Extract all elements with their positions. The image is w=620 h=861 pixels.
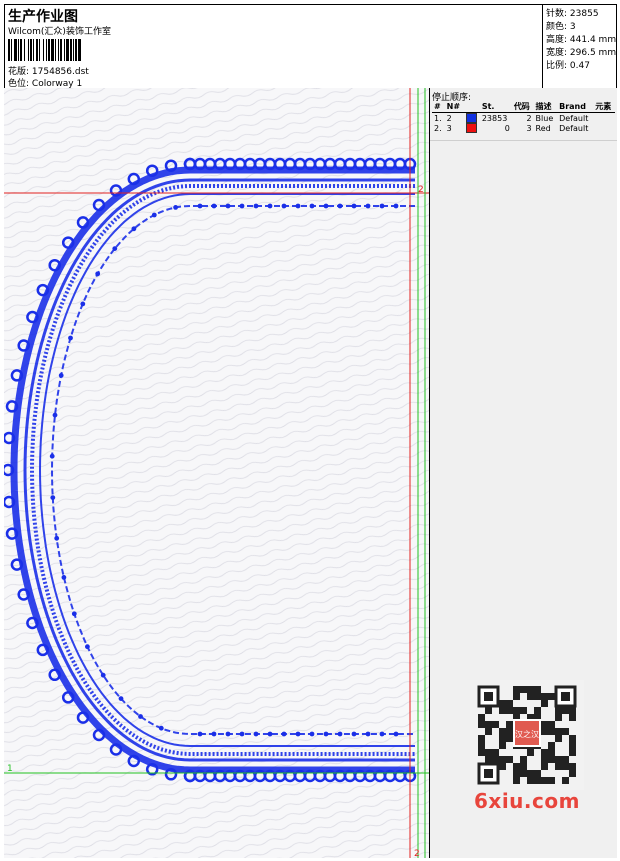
color-swatch-blue: [465, 113, 477, 123]
stat-height: 高度: 441.4 mm: [546, 35, 617, 45]
col-code: 代码: [511, 101, 534, 113]
qr-code-icon: 汉之汉: [470, 680, 584, 790]
panel-divider: [430, 140, 617, 141]
company-name: Wilcom(汇众)装饰工作室: [8, 27, 111, 37]
stats-panel: 针数: 23855 颜色: 3 高度: 441.4 mm 宽度: 296.5 m…: [542, 4, 618, 88]
col-stitches: St.: [479, 101, 512, 113]
embroidery-design: 2 2 1: [4, 88, 429, 858]
guide-label-left: 1: [7, 764, 13, 774]
table-row: 2. 3 0 3 Red Default: [434, 123, 589, 133]
stop-sequence-table: # N# St. 代码 描述 Brand 元素 1. 2 23853 2 Blu…: [432, 101, 615, 133]
col-desc: 描述: [533, 101, 558, 113]
stat-colors: 颜色: 3: [546, 22, 576, 32]
guide-label-bottom: 2: [414, 849, 420, 858]
col-swatch: [463, 101, 480, 113]
stat-scale: 比例: 0.47: [546, 61, 590, 71]
color-swatch-red: [465, 123, 477, 133]
table-row: 1. 2 23853 2 Blue Default: [434, 113, 589, 123]
sheet-title: 生产作业图: [8, 9, 78, 25]
barcode-icon: [8, 39, 81, 61]
fabric-background: [4, 88, 429, 858]
design-canvas: 2 2 1: [4, 88, 430, 858]
production-sheet: 生产作业图 Wilcom(汇众)装饰工作室 花版: 1754856.dst 色位…: [0, 0, 620, 861]
stat-width: 宽度: 296.5 mm: [546, 48, 617, 58]
col-needle: N#: [444, 101, 464, 113]
sheet-header: 生产作业图 Wilcom(汇众)装饰工作室 花版: 1754856.dst 色位…: [4, 4, 617, 89]
stop-table-header: # N# St. 代码 描述 Brand 元素: [432, 101, 615, 113]
col-element: 元素: [593, 101, 615, 113]
col-brand: Brand: [557, 101, 594, 113]
stat-stitches: 针数: 23855: [546, 9, 599, 19]
col-index: #: [432, 101, 445, 113]
watermark-text: 6xiu.com: [474, 789, 580, 813]
qr-center-text: 汉之汉: [515, 729, 539, 739]
guide-label-top: 2: [418, 185, 424, 195]
